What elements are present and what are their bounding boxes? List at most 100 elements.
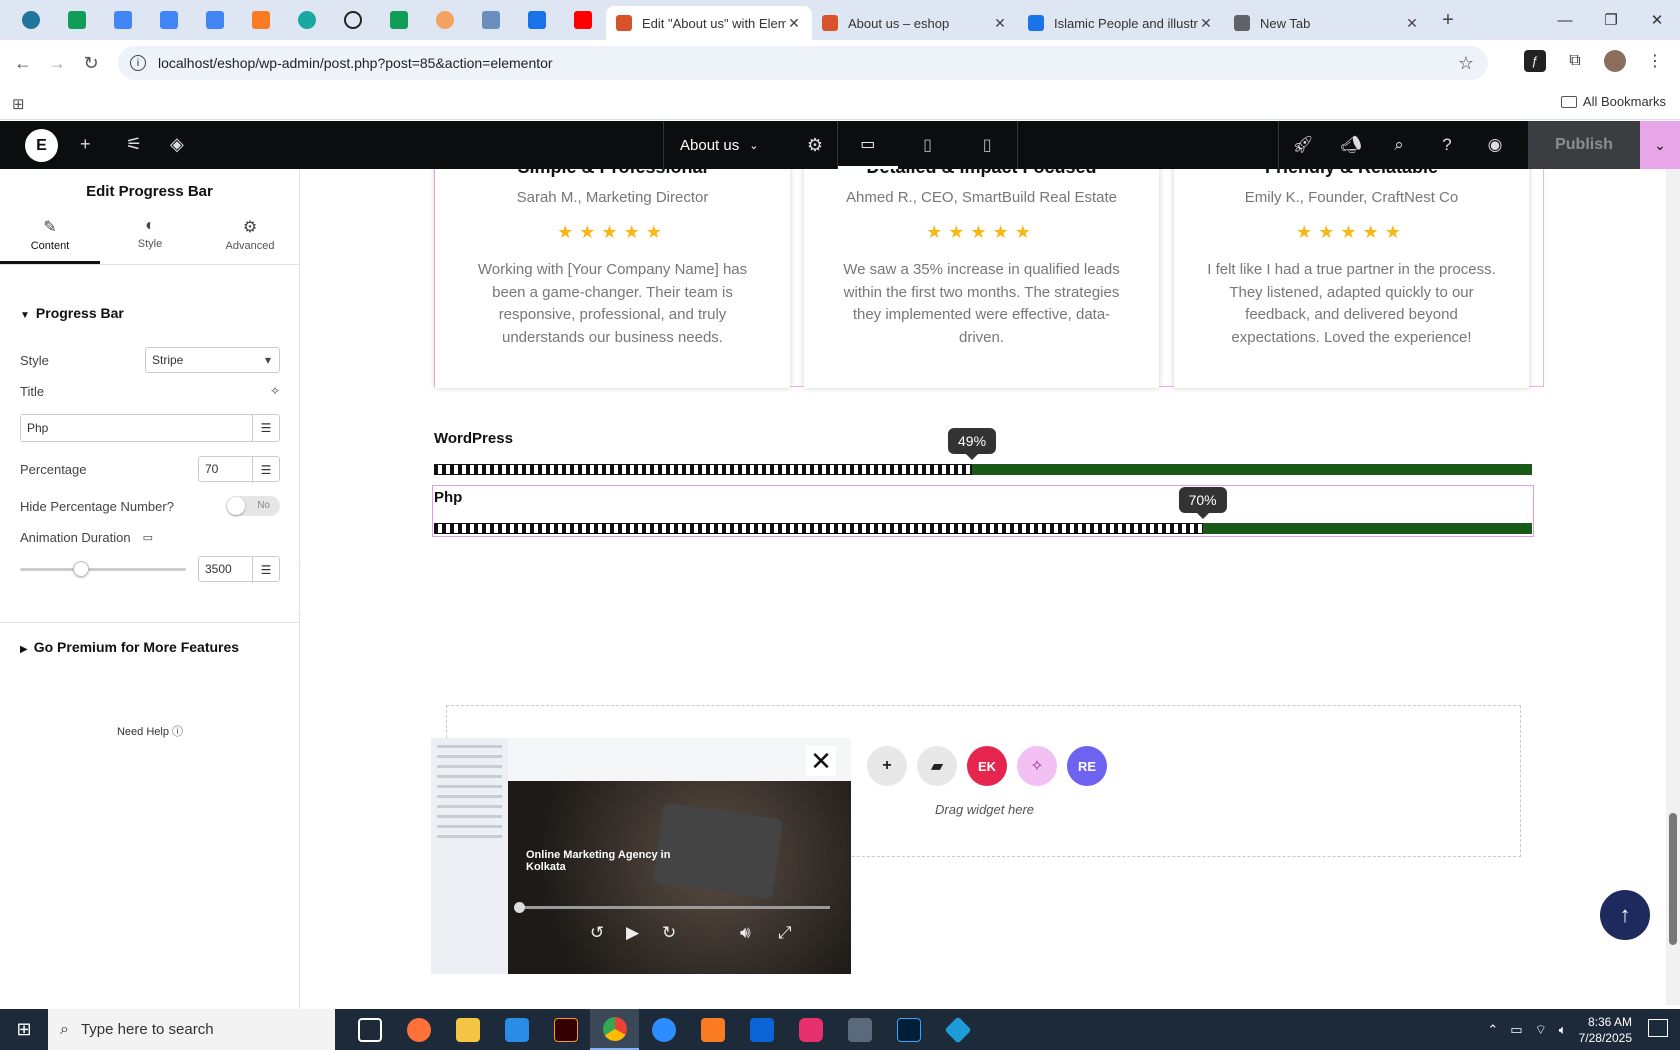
testimonial-card[interactable]: Friendly & Relatable Emily K., Founder, …: [1174, 169, 1529, 388]
file-explorer-icon[interactable]: [443, 1009, 492, 1050]
all-bookmarks-button[interactable]: All Bookmarks: [1560, 94, 1666, 109]
pinned-tab-wordpress[interactable]: [8, 0, 54, 40]
progress-bar-wordpress[interactable]: WordPress 49%: [434, 428, 1532, 475]
bookmark-star-icon[interactable]: ☆: [1458, 53, 1474, 74]
close-tab-icon[interactable]: ✕: [992, 15, 1008, 32]
script-extension-icon[interactable]: ƒ: [1524, 50, 1546, 72]
page-selector[interactable]: About us ⌄ ⚙: [663, 121, 838, 169]
play-icon[interactable]: ▶: [626, 923, 639, 943]
site-settings-icon[interactable]: ⚟: [126, 134, 142, 155]
dynamic-tags-icon[interactable]: ☰: [252, 457, 279, 483]
tab-content[interactable]: ✎ Content: [0, 219, 100, 264]
chrome-icon[interactable]: [590, 1009, 639, 1050]
address-bar[interactable]: i localhost/eshop/wp-admin/post.php?post…: [118, 46, 1488, 80]
task-view-icon[interactable]: [345, 1009, 394, 1050]
browser-tab[interactable]: About us – eshop ✕: [812, 6, 1018, 40]
browser-tab[interactable]: Edit "About us" with Elementor✕: [606, 6, 812, 40]
back-button[interactable]: ←: [6, 53, 40, 74]
close-tab-icon[interactable]: ✕: [786, 15, 802, 32]
help-icon[interactable]: ?: [1423, 121, 1471, 169]
wifi-icon[interactable]: ⌔: [1535, 1022, 1547, 1038]
desktop-device-icon[interactable]: ▭: [838, 121, 898, 169]
pinned-tab-hand[interactable]: [422, 0, 468, 40]
hide-percentage-toggle[interactable]: No: [226, 496, 280, 516]
network-icon[interactable]: ▭: [1510, 1022, 1522, 1038]
pinned-tab-site[interactable]: [284, 0, 330, 40]
megaphone-icon[interactable]: 📣︎: [1327, 121, 1375, 169]
animation-duration-input[interactable]: 3500 ☰: [198, 556, 280, 583]
pinned-tab-docs-1[interactable]: [100, 0, 146, 40]
close-tab-icon[interactable]: ✕: [1404, 15, 1420, 32]
xampp-icon[interactable]: [688, 1009, 737, 1050]
taskbar-clock[interactable]: 8:36 AM 7/28/2025: [1579, 1014, 1632, 1046]
app-diamond-icon[interactable]: [933, 1009, 982, 1050]
title-input[interactable]: Php ☰: [20, 414, 280, 442]
taskbar-search-box[interactable]: ⌕ Type here to search: [48, 1009, 335, 1050]
scrollbar-thumb[interactable]: [1669, 813, 1677, 945]
seek-knob[interactable]: [514, 902, 525, 913]
rewind-10-icon[interactable]: ↺: [590, 923, 604, 943]
pinned-tab-chatgpt[interactable]: [330, 0, 376, 40]
close-video-icon[interactable]: ✕: [806, 746, 836, 776]
page-settings-gear-icon[interactable]: ⚙: [807, 135, 823, 156]
photoshop-icon[interactable]: [884, 1009, 933, 1050]
firefox-icon[interactable]: [394, 1009, 443, 1050]
preview-eye-icon[interactable]: ◉: [1471, 121, 1519, 169]
creative-cloud-icon[interactable]: [786, 1009, 835, 1050]
restore-button[interactable]: ❐: [1588, 0, 1634, 40]
site-info-icon[interactable]: i: [130, 55, 146, 71]
extensions-icon[interactable]: ⧉: [1564, 50, 1586, 72]
tab-advanced[interactable]: ⚙ Advanced: [200, 219, 300, 264]
canvas-scrollbar[interactable]: [1666, 169, 1680, 1005]
tablet-device-icon[interactable]: ▯: [898, 121, 958, 169]
apps-grid-icon[interactable]: ⊞: [12, 95, 25, 113]
ai-sparkle-icon[interactable]: ✧: [1017, 746, 1057, 786]
percentage-input[interactable]: 70 ☰: [198, 456, 280, 483]
browser-menu-icon[interactable]: ⋮: [1644, 50, 1666, 72]
illustrator-icon[interactable]: [541, 1009, 590, 1050]
minimize-button[interactable]: —: [1542, 0, 1588, 40]
tray-chevron-up-icon[interactable]: ⌃: [1487, 1022, 1498, 1038]
pinned-tab-docs-3[interactable]: [192, 0, 238, 40]
add-element-icon[interactable]: +: [80, 134, 91, 155]
elementor-logo-icon[interactable]: E: [25, 129, 58, 162]
pinned-tab-docs-2[interactable]: [146, 0, 192, 40]
template-library-folder-icon[interactable]: ▰: [917, 746, 957, 786]
pinned-tab-sheets[interactable]: [54, 0, 100, 40]
royal-elementor-icon[interactable]: RE: [1067, 746, 1107, 786]
pinned-tab-sheets-2[interactable]: [376, 0, 422, 40]
outlook-icon[interactable]: [737, 1009, 786, 1050]
notification-center-icon[interactable]: [1648, 1019, 1668, 1037]
pinned-tab-grid[interactable]: [468, 0, 514, 40]
pinned-tab-youtube[interactable]: [560, 0, 606, 40]
ai-sparkle-icon[interactable]: ✧: [270, 384, 280, 398]
add-new-container-plus-icon[interactable]: +: [867, 746, 907, 786]
elementskit-icon[interactable]: EK: [967, 746, 1007, 786]
zoom-icon[interactable]: [639, 1009, 688, 1050]
volume-icon[interactable]: 🔈︎: [1559, 1022, 1567, 1038]
video-seek-bar[interactable]: [514, 902, 830, 913]
mobile-device-icon[interactable]: ▯: [957, 121, 1017, 169]
browser-tab[interactable]: Islamic People and illustrations✕: [1018, 6, 1224, 40]
browser-tab[interactable]: New Tab ✕: [1224, 6, 1430, 40]
fullscreen-icon[interactable]: ⤢: [778, 923, 792, 943]
new-tab-button[interactable]: +: [1430, 9, 1466, 32]
close-window-button[interactable]: ✕: [1634, 0, 1680, 40]
volume-icon[interactable]: 🔊︎: [740, 923, 751, 943]
section-toggle-progress-bar[interactable]: ▼ Progress Bar: [20, 305, 124, 321]
floating-video-player[interactable]: Online Marketing Agency in Kolkata ↺ ▶ ↻…: [431, 738, 851, 974]
profile-avatar[interactable]: [1604, 50, 1626, 72]
close-tab-icon[interactable]: ✕: [1198, 15, 1214, 32]
testimonial-card[interactable]: Simple & Professional Sarah M., Marketin…: [435, 169, 790, 388]
scroll-to-top-icon[interactable]: ↑: [1600, 890, 1650, 940]
pinned-tab-forms[interactable]: [514, 0, 560, 40]
publish-options-chevron-icon[interactable]: ⌄: [1640, 121, 1680, 169]
tab-style[interactable]: ◐ Style: [100, 217, 200, 264]
publish-button[interactable]: Publish: [1528, 121, 1640, 169]
need-help-link[interactable]: Need Help ⓘ: [0, 723, 300, 739]
search-icon[interactable]: ⌕: [1375, 121, 1423, 169]
pinned-tab-xampp[interactable]: [238, 0, 284, 40]
rocket-icon[interactable]: 🚀︎: [1279, 121, 1327, 169]
responsive-desktop-icon[interactable]: ▭: [143, 531, 153, 544]
structure-layers-icon[interactable]: ◈: [170, 134, 184, 155]
